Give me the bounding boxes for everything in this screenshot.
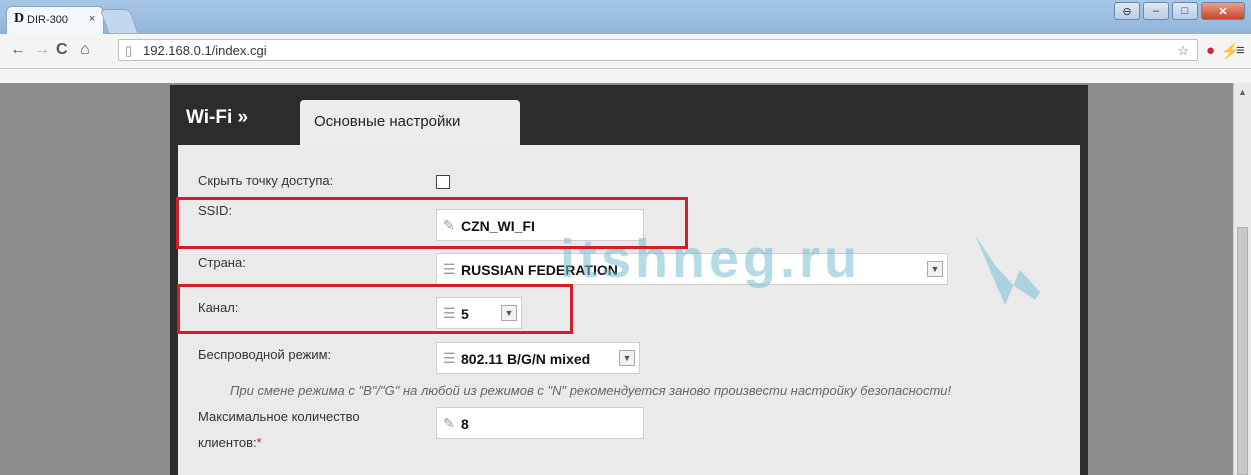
opera-extension-icon[interactable]: ● [1206,42,1215,59]
hide-ap-label: Скрыть точку доступа: [198,173,334,188]
country-label: Страна: [198,255,246,270]
browser-toolbar: ← → C ⌂ ▯ 192.168.0.1/index.cgi ☆ ● ⚡ ≡ [0,34,1251,69]
tab-close-icon[interactable]: × [89,13,95,25]
max-clients-input[interactable]: ✎ 8 [436,407,644,439]
required-mark: * [256,435,262,450]
maximize-button[interactable]: □ [1172,2,1198,20]
menu-icon[interactable]: ≡ [1236,42,1245,59]
list-icon: ☰ [443,350,456,366]
wireless-mode-select[interactable]: ☰ 802.11 B/G/N mixed ▼ [436,342,640,374]
ssid-highlight [176,197,688,249]
browser-tab[interactable]: D DIR-300 × [6,6,104,34]
wireless-mode-label: Беспроводной режим: [198,347,332,362]
scrollbar[interactable]: ▲ [1233,83,1251,475]
window-controls: ⊖ – □ ✕ [1114,2,1245,22]
back-arrow-icon[interactable]: ← [10,41,26,59]
chevron-down-icon[interactable]: ▼ [927,261,943,277]
window-user-icon[interactable]: ⊖ [1114,2,1140,20]
max-clients-value: 8 [461,416,469,432]
url-text: 192.168.0.1/index.cgi [143,43,267,58]
scroll-up-icon[interactable]: ▲ [1238,87,1247,97]
toolbar-spacer [0,69,1251,83]
tab-label: Основные настройки [314,113,461,130]
wireless-mode-value: 802.11 B/G/N mixed [461,351,591,367]
forward-arrow-icon[interactable]: → [34,41,50,59]
tab-basic-settings[interactable]: Основные настройки [300,100,520,148]
watermark-logo-icon [975,235,1040,305]
bookmark-star-icon[interactable]: ☆ [1177,43,1189,59]
address-bar[interactable]: ▯ 192.168.0.1/index.cgi ☆ [118,39,1198,61]
channel-highlight [177,284,573,334]
scroll-thumb[interactable] [1237,227,1248,475]
section-title[interactable]: Wi-Fi » [186,107,248,129]
new-tab-button[interactable] [99,9,139,33]
minimize-button[interactable]: – [1143,2,1169,20]
reload-icon[interactable]: C [56,41,68,59]
hide-ap-checkbox[interactable] [436,175,450,189]
page-icon: ▯ [125,43,133,58]
chevron-down-icon[interactable]: ▼ [619,350,635,366]
max-clients-label-text: клиентов: [198,435,257,450]
security-note: При смене режима с "B"/"G" на любой из р… [230,383,952,398]
list-icon: ☰ [443,261,456,277]
browser-titlebar: D DIR-300 × ⊖ – □ ✕ [0,0,1251,34]
max-clients-label: Максимальное количество [198,409,360,424]
close-window-button[interactable]: ✕ [1201,2,1245,20]
tab-title: DIR-300 [27,14,68,26]
pencil-icon: ✎ [443,415,455,431]
max-clients-label-line2: клиентов:* [198,435,262,450]
home-icon[interactable]: ⌂ [80,41,90,59]
dlink-favicon-icon: D [14,11,25,26]
